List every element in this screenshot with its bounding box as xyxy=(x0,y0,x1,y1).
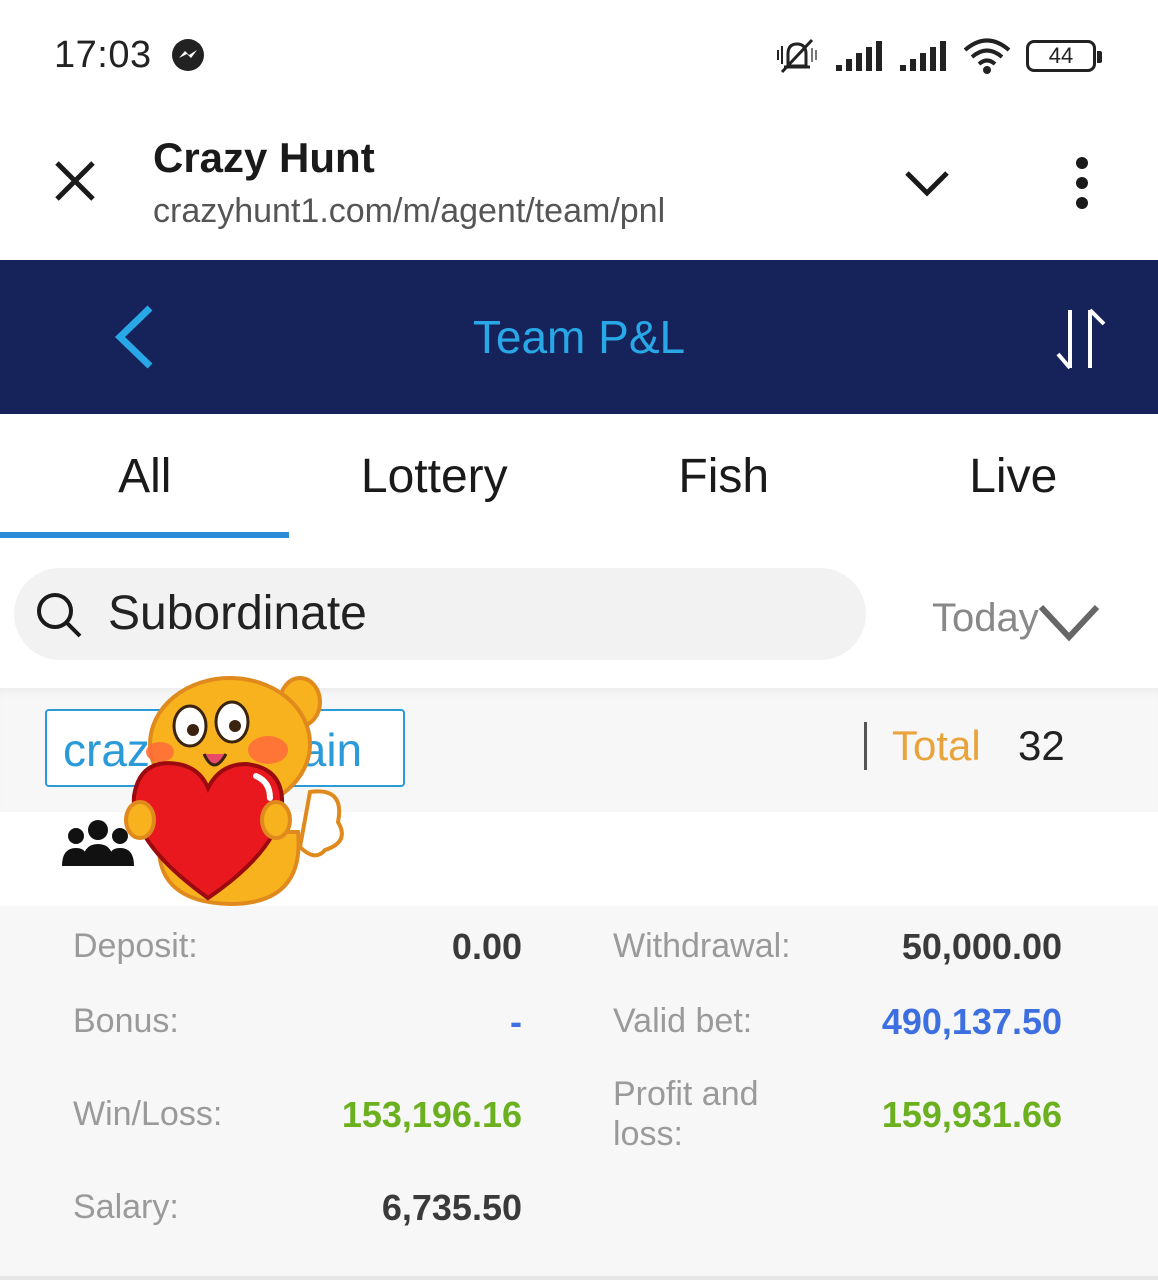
withdrawal-label: Withdrawal: xyxy=(613,927,791,965)
pnl-stats: Deposit: 0.00 Withdrawal: 50,000.00 Bonu… xyxy=(0,906,1158,1280)
tab-all[interactable]: All xyxy=(0,414,290,538)
chevron-down-icon[interactable] xyxy=(903,168,951,198)
salary-label: Salary: xyxy=(73,1188,179,1226)
site-url[interactable]: crazyhunt1.com/m/agent/team/pnl xyxy=(153,192,665,231)
deposit-value: 0.00 xyxy=(451,926,522,967)
chevron-down-icon xyxy=(1038,604,1099,642)
subordinate-search[interactable]: Subordinate xyxy=(14,568,866,660)
battery-icon: 44 xyxy=(1026,40,1102,72)
messenger-icon xyxy=(172,39,204,71)
sort-icon[interactable] xyxy=(1054,306,1108,372)
filter-row: Subordinate Today xyxy=(0,538,1158,688)
browser-header: Crazy Hunt crazyhunt1.com/m/agent/team/p… xyxy=(0,112,1158,260)
total-label: Total xyxy=(892,722,981,769)
valid-bet-label: Valid bet: xyxy=(613,1002,753,1040)
site-title: Crazy Hunt xyxy=(153,134,375,181)
total-divider xyxy=(864,722,867,770)
heart-sticker xyxy=(124,676,344,907)
divider xyxy=(0,1276,1158,1280)
total-value: 32 xyxy=(1018,722,1065,769)
tab-live[interactable]: Live xyxy=(869,414,1158,538)
profit-loss-value: 159,931.66 xyxy=(881,1094,1062,1135)
profit-loss-label: Profit and loss: xyxy=(613,1074,759,1154)
status-time: 17:03 xyxy=(54,34,152,76)
battery-level: 44 xyxy=(1048,43,1074,68)
withdrawal-value: 50,000.00 xyxy=(901,926,1062,967)
close-icon[interactable] xyxy=(52,158,98,204)
win-loss-value: 153,196.16 xyxy=(341,1094,522,1135)
win-loss-label: Win/Loss: xyxy=(73,1095,223,1133)
mute-icon xyxy=(777,38,817,74)
search-label: Subordinate xyxy=(108,587,367,640)
app-nav-bar: Team P&L xyxy=(0,260,1158,414)
profit-loss-label-line2: loss: xyxy=(613,1115,683,1153)
bonus-value: - xyxy=(510,1001,522,1042)
tab-fish[interactable]: Fish xyxy=(579,414,869,538)
status-bar: 17:03 44 xyxy=(0,0,1158,112)
salary-value: 6,735.50 xyxy=(381,1187,522,1228)
tab-lottery[interactable]: Lottery xyxy=(290,414,580,538)
page-title: Team P&L xyxy=(472,311,686,363)
category-tabs: All Lottery Fish Live xyxy=(0,414,1158,538)
search-icon xyxy=(37,593,82,638)
signal-icon xyxy=(836,41,882,71)
signal-icon xyxy=(900,41,946,71)
date-filter-dropdown[interactable]: Today xyxy=(932,588,1103,648)
profit-loss-label-line1: Profit and xyxy=(613,1075,759,1113)
wifi-icon xyxy=(963,38,1011,74)
deposit-label: Deposit: xyxy=(73,927,198,965)
date-filter-label: Today xyxy=(932,595,1039,640)
more-options-icon[interactable] xyxy=(1066,156,1098,210)
valid-bet-value: 490,137.50 xyxy=(881,1001,1062,1042)
bonus-label: Bonus: xyxy=(73,1002,179,1040)
